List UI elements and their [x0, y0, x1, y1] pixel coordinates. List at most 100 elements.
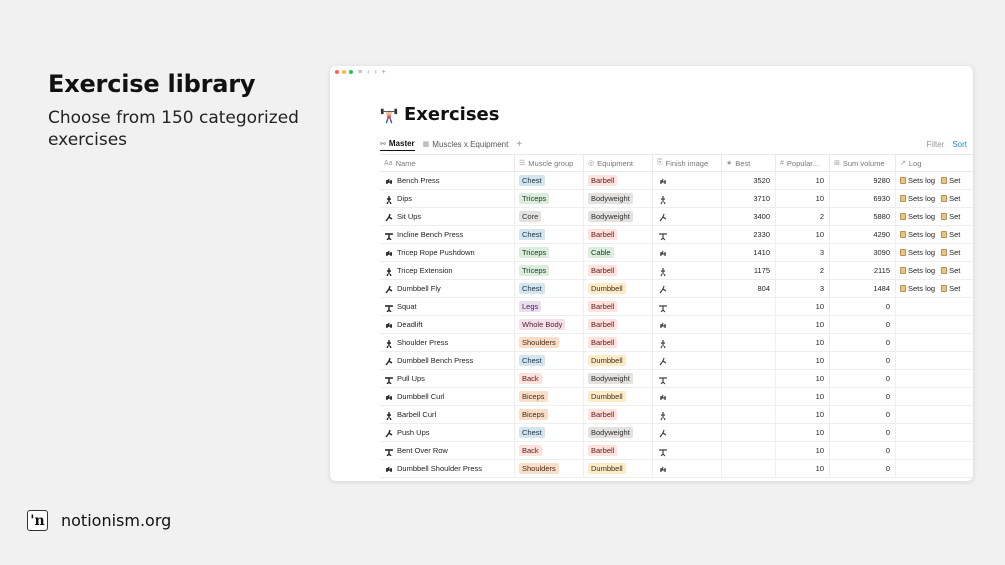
forward-icon[interactable]: › [374, 69, 376, 76]
cell-muscle[interactable]: Back [515, 442, 584, 459]
cell-log[interactable]: Sets log Set [896, 226, 973, 243]
cell-popular[interactable]: 10 [776, 352, 830, 369]
cell-log[interactable]: Sets log Set [896, 244, 973, 261]
cell-name[interactable]: Tricep Extension [380, 262, 515, 279]
cell-sum[interactable]: 0 [830, 424, 896, 441]
cell-muscle[interactable]: Biceps [515, 388, 584, 405]
cell-best[interactable] [722, 460, 776, 477]
cell-image[interactable] [653, 280, 722, 297]
back-icon[interactable]: ‹ [367, 69, 369, 76]
cell-equipment[interactable]: Bodyweight [584, 190, 653, 207]
column-header-image[interactable]: ⎘ Finish image [653, 155, 722, 171]
cell-name[interactable]: Shoulder Press [380, 334, 515, 351]
cell-log[interactable] [896, 406, 973, 423]
table-row[interactable]: Dumbbell Shoulder Press Shoulders Dumbbe… [380, 460, 973, 478]
cell-image[interactable] [653, 226, 722, 243]
cell-muscle[interactable]: Back [515, 370, 584, 387]
column-header-best[interactable]: ★ Best [722, 155, 776, 171]
cell-sum[interactable]: 4290 [830, 226, 896, 243]
table-row[interactable]: Pull Ups Back Bodyweight 10 0 [380, 370, 973, 388]
cell-sum[interactable]: 1484 [830, 280, 896, 297]
cell-name[interactable]: Tricep Rope Pushdown [380, 244, 515, 261]
cell-muscle[interactable]: Triceps [515, 244, 584, 261]
cell-best[interactable] [722, 370, 776, 387]
cell-name[interactable]: Bench Press [380, 172, 515, 189]
cell-image[interactable] [653, 316, 722, 333]
cell-image[interactable] [653, 460, 722, 477]
cell-image[interactable] [653, 172, 722, 189]
cell-name[interactable]: Dumbbell Bench Press [380, 352, 515, 369]
cell-equipment[interactable]: Barbell [584, 172, 653, 189]
cell-muscle[interactable]: Chest [515, 280, 584, 297]
table-row[interactable]: Deadlift Whole Body Barbell 10 0 [380, 316, 973, 334]
cell-sum[interactable]: 0 [830, 442, 896, 459]
log-chip[interactable]: Set [941, 266, 960, 275]
log-chip[interactable]: Set [941, 212, 960, 221]
cell-name[interactable]: Pull Ups [380, 370, 515, 387]
cell-equipment[interactable]: Dumbbell [584, 352, 653, 369]
cell-sum[interactable]: 5880 [830, 208, 896, 225]
cell-name[interactable]: Barbell Curl [380, 406, 515, 423]
cell-popular[interactable]: 3 [776, 280, 830, 297]
cell-name[interactable]: Dumbbell Fly [380, 280, 515, 297]
cell-equipment[interactable]: Barbell [584, 316, 653, 333]
log-chip[interactable]: Set [941, 230, 960, 239]
cell-best[interactable]: 804 [722, 280, 776, 297]
cell-popular[interactable]: 10 [776, 460, 830, 477]
table-row[interactable]: Barbell Curl Biceps Barbell 10 0 [380, 406, 973, 424]
table-row[interactable]: Dips Triceps Bodyweight 3710 10 6930 Set… [380, 190, 973, 208]
close-dot-icon[interactable] [335, 70, 339, 74]
log-chip[interactable]: Sets log [900, 284, 935, 293]
cell-best[interactable]: 1175 [722, 262, 776, 279]
cell-popular[interactable]: 10 [776, 406, 830, 423]
cell-log[interactable] [896, 460, 973, 477]
table-row[interactable]: Dumbbell Curl Biceps Dumbbell 10 0 [380, 388, 973, 406]
cell-best[interactable] [722, 388, 776, 405]
cell-best[interactable] [722, 334, 776, 351]
cell-best[interactable]: 1410 [722, 244, 776, 261]
cell-sum[interactable]: 0 [830, 406, 896, 423]
table-row[interactable]: Bench Press Chest Barbell 3520 10 9280 S… [380, 172, 973, 190]
table-row[interactable]: Incline Bench Press Chest Barbell 2330 1… [380, 226, 973, 244]
cell-sum[interactable]: 6930 [830, 190, 896, 207]
cell-log[interactable]: Sets log Set [896, 172, 973, 189]
column-header-log[interactable]: ↗ Log [896, 155, 973, 171]
table-row[interactable]: Dumbbell Fly Chest Dumbbell 804 3 1484 S… [380, 280, 973, 298]
cell-popular[interactable]: 10 [776, 172, 830, 189]
table-row[interactable]: Sit Ups Core Bodyweight 3400 2 5880 Sets… [380, 208, 973, 226]
cell-log[interactable] [896, 370, 973, 387]
cell-best[interactable]: 3520 [722, 172, 776, 189]
sidebar-menu-icon[interactable]: ≡ [358, 69, 362, 76]
cell-best[interactable] [722, 424, 776, 441]
cell-sum[interactable]: 0 [830, 460, 896, 477]
cell-equipment[interactable]: Barbell [584, 262, 653, 279]
cell-image[interactable] [653, 262, 722, 279]
cell-sum[interactable]: 0 [830, 298, 896, 315]
cell-image[interactable] [653, 352, 722, 369]
cell-equipment[interactable]: Cable [584, 244, 653, 261]
cell-muscle[interactable]: Chest [515, 424, 584, 441]
cell-popular[interactable]: 10 [776, 298, 830, 315]
cell-popular[interactable]: 10 [776, 388, 830, 405]
cell-log[interactable] [896, 352, 973, 369]
cell-popular[interactable]: 10 [776, 424, 830, 441]
log-chip[interactable]: Sets log [900, 230, 935, 239]
cell-popular[interactable]: 10 [776, 316, 830, 333]
cell-best[interactable] [722, 406, 776, 423]
cell-name[interactable]: Deadlift [380, 316, 515, 333]
cell-sum[interactable]: 0 [830, 316, 896, 333]
tab-master[interactable]: ⚯ Master [380, 137, 415, 151]
maximize-dot-icon[interactable] [349, 70, 353, 74]
column-header-sum[interactable]: ⊞ Sum volume [830, 155, 896, 171]
cell-equipment[interactable]: Barbell [584, 406, 653, 423]
log-chip[interactable]: Sets log [900, 212, 935, 221]
cell-popular[interactable]: 2 [776, 262, 830, 279]
cell-muscle[interactable]: Shoulders [515, 334, 584, 351]
cell-sum[interactable]: 0 [830, 388, 896, 405]
cell-equipment[interactable]: Barbell [584, 442, 653, 459]
cell-muscle[interactable]: Shoulders [515, 460, 584, 477]
cell-sum[interactable]: 2115 [830, 262, 896, 279]
cell-name[interactable]: Push Ups [380, 424, 515, 441]
cell-sum[interactable]: 9280 [830, 172, 896, 189]
column-header-popular[interactable]: # Popular... [776, 155, 830, 171]
